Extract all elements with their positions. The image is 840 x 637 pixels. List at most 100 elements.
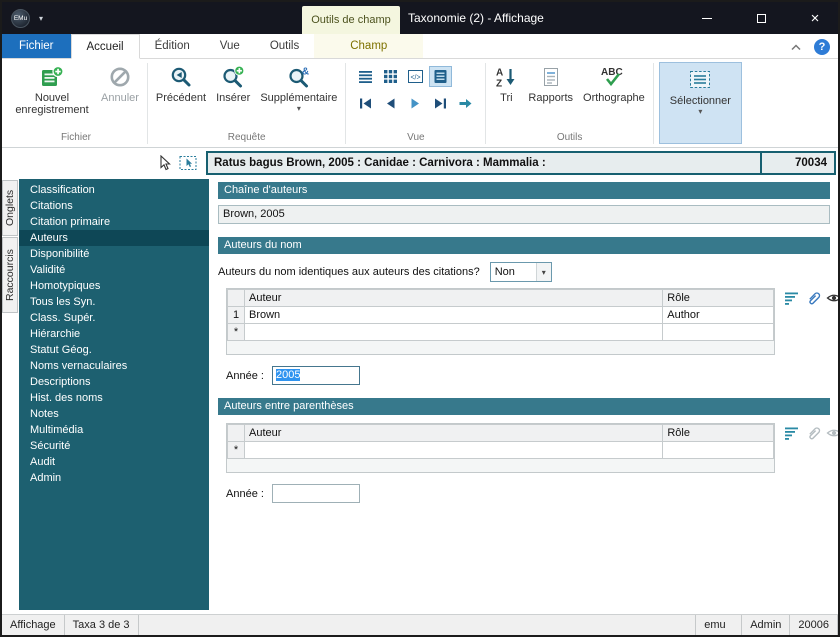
grid-view-button[interactable] xyxy=(379,66,402,87)
sidebar-item-noms-vernaculaires[interactable]: Noms vernaculaires xyxy=(19,358,209,374)
maximize-button[interactable] xyxy=(740,2,782,34)
sidebar-item-homotypiques[interactable]: Homotypiques xyxy=(19,278,209,294)
tab-vue[interactable]: Vue xyxy=(205,34,255,58)
last-record-button[interactable] xyxy=(429,93,452,114)
sidebar-item-multimedia[interactable]: Multimédia xyxy=(19,422,209,438)
body: Onglets Raccourcis Classification Citati… xyxy=(2,178,838,614)
previous-record-button[interactable] xyxy=(379,93,402,114)
status-spacer xyxy=(139,615,697,635)
collapse-ribbon-icon[interactable] xyxy=(789,41,803,53)
tab-outils[interactable]: Outils xyxy=(255,34,314,58)
author-string-field[interactable]: Brown, 2005 xyxy=(218,205,830,224)
column-header-author[interactable]: Auteur xyxy=(243,424,664,442)
sidebar-item-disponibilite[interactable]: Disponibilité xyxy=(19,246,209,262)
rail-tab-raccourcis[interactable]: Raccourcis xyxy=(2,237,18,313)
cell-role[interactable]: Author xyxy=(662,306,774,324)
titlebar-menu-caret-icon[interactable]: ▾ xyxy=(39,14,43,23)
cell-role-empty[interactable] xyxy=(662,323,774,341)
year-label: Année : xyxy=(226,369,264,382)
column-header-role[interactable]: Rôle xyxy=(662,424,774,442)
sidebar-item-citations[interactable]: Citations xyxy=(19,198,209,214)
app-window: EMu ▾ Outils de champ Taxonomie (2) - Af… xyxy=(0,0,840,637)
spelling-button[interactable]: ABC Orthographe xyxy=(578,62,650,107)
new-record-button[interactable]: Nouvel enregistrement xyxy=(8,62,96,119)
column-header-author[interactable]: Auteur xyxy=(243,289,664,307)
cell-author-empty[interactable] xyxy=(243,441,664,459)
tab-fichier[interactable]: Fichier xyxy=(2,34,71,58)
column-header-role[interactable]: Rôle xyxy=(662,289,774,307)
row-tools-button[interactable] xyxy=(783,289,800,306)
new-record-icon xyxy=(42,65,64,86)
year-label: Année : xyxy=(226,487,264,500)
side-rail: Onglets Raccourcis xyxy=(2,178,19,614)
svg-text:Z: Z xyxy=(496,79,502,90)
year-input[interactable]: 2005 xyxy=(272,366,360,385)
reports-button[interactable]: Rapports xyxy=(523,62,578,107)
page-view-icon xyxy=(434,70,447,83)
code-view-button[interactable]: </> xyxy=(404,66,427,87)
sidebar-item-hierarchie[interactable]: Hiérarchie xyxy=(19,326,209,342)
status-number: 20006 xyxy=(790,615,838,635)
emu-logo-icon[interactable]: EMu xyxy=(11,8,30,28)
sidebar-item-securite[interactable]: Sécurité xyxy=(19,438,209,454)
previous-record-icon xyxy=(387,98,395,109)
page-view-button[interactable] xyxy=(429,66,453,87)
next-record-button[interactable] xyxy=(404,93,427,114)
cancel-icon xyxy=(110,67,130,87)
previous-query-button[interactable]: Précédent xyxy=(151,62,211,107)
select-record-tool-icon[interactable] xyxy=(179,155,198,171)
table-corner xyxy=(227,289,245,307)
svg-text:&: & xyxy=(302,67,309,78)
paperclip-icon xyxy=(808,291,820,304)
pointer-tool-icon[interactable] xyxy=(157,155,171,171)
rail-tab-onglets[interactable]: Onglets xyxy=(2,180,18,236)
svg-text:A: A xyxy=(496,68,503,79)
cell-author-empty[interactable] xyxy=(243,323,664,341)
chevron-down-icon: ▾ xyxy=(296,104,301,113)
sidebar-item-admin[interactable]: Admin xyxy=(19,470,209,486)
table-new-row: * xyxy=(227,323,774,341)
tab-edition[interactable]: Édition xyxy=(140,34,205,58)
paren-authors-grid: Auteur Rôle * xyxy=(226,423,775,473)
paperclip-icon xyxy=(808,426,820,439)
sort-button[interactable]: A Z Tri xyxy=(489,62,523,107)
eye-button[interactable] xyxy=(825,289,838,306)
record-number: 70034 xyxy=(795,157,827,169)
sidebar-item-classification[interactable]: Classification xyxy=(19,182,209,198)
sort-rows-icon xyxy=(784,292,798,305)
sidebar-item-hist-des-noms[interactable]: Hist. des noms xyxy=(19,390,209,406)
goto-record-button[interactable] xyxy=(454,93,477,114)
minimize-button[interactable] xyxy=(686,2,728,34)
main-panel: Chaîne d'auteurs Brown, 2005 Auteurs du … xyxy=(209,178,838,614)
attachment-button[interactable] xyxy=(804,289,821,306)
sidebar-item-tous-les-syn[interactable]: Tous les Syn. xyxy=(19,294,209,310)
additional-query-button[interactable]: & Supplémentaire ▾ xyxy=(255,62,342,116)
list-view-button[interactable] xyxy=(354,66,377,87)
row-tools-button[interactable] xyxy=(783,424,800,441)
sort-rows-icon xyxy=(784,427,798,440)
sidebar-item-notes[interactable]: Notes xyxy=(19,406,209,422)
sidebar-item-auteurs[interactable]: Auteurs xyxy=(19,230,209,246)
help-icon[interactable]: ? xyxy=(814,38,830,55)
record-summary-text: Ratus bagus Brown, 2005 : Canidae : Carn… xyxy=(214,157,546,169)
close-button[interactable]: × xyxy=(794,2,836,34)
sidebar-item-statut-geog[interactable]: Statut Géog. xyxy=(19,342,209,358)
goto-record-icon xyxy=(459,99,472,108)
tab-champ[interactable]: Champ xyxy=(314,34,424,58)
first-record-button[interactable] xyxy=(354,93,377,114)
sidebar-item-class-super[interactable]: Class. Supér. xyxy=(19,310,209,326)
tab-accueil[interactable]: Accueil xyxy=(70,34,140,59)
sidebar-item-validite[interactable]: Validité xyxy=(19,262,209,278)
window-title: Taxonomie (2) - Affichage xyxy=(408,11,544,25)
sidebar-item-descriptions[interactable]: Descriptions xyxy=(19,374,209,390)
sidebar-item-citation-primaire[interactable]: Citation primaire xyxy=(19,214,209,230)
cell-author[interactable]: Brown xyxy=(243,306,664,324)
sidebar-item-audit[interactable]: Audit xyxy=(19,454,209,470)
paren-year-input[interactable] xyxy=(272,484,360,503)
cell-role-empty[interactable] xyxy=(662,441,774,459)
last-record-icon xyxy=(435,98,447,109)
insert-query-button[interactable]: Insérer xyxy=(211,62,255,107)
select-button[interactable]: Sélectionner ▾ xyxy=(658,62,742,144)
record-summary-bar: Ratus bagus Brown, 2005 : Canidae : Carn… xyxy=(206,151,836,175)
same-authors-dropdown[interactable]: Non ▾ xyxy=(489,262,552,282)
